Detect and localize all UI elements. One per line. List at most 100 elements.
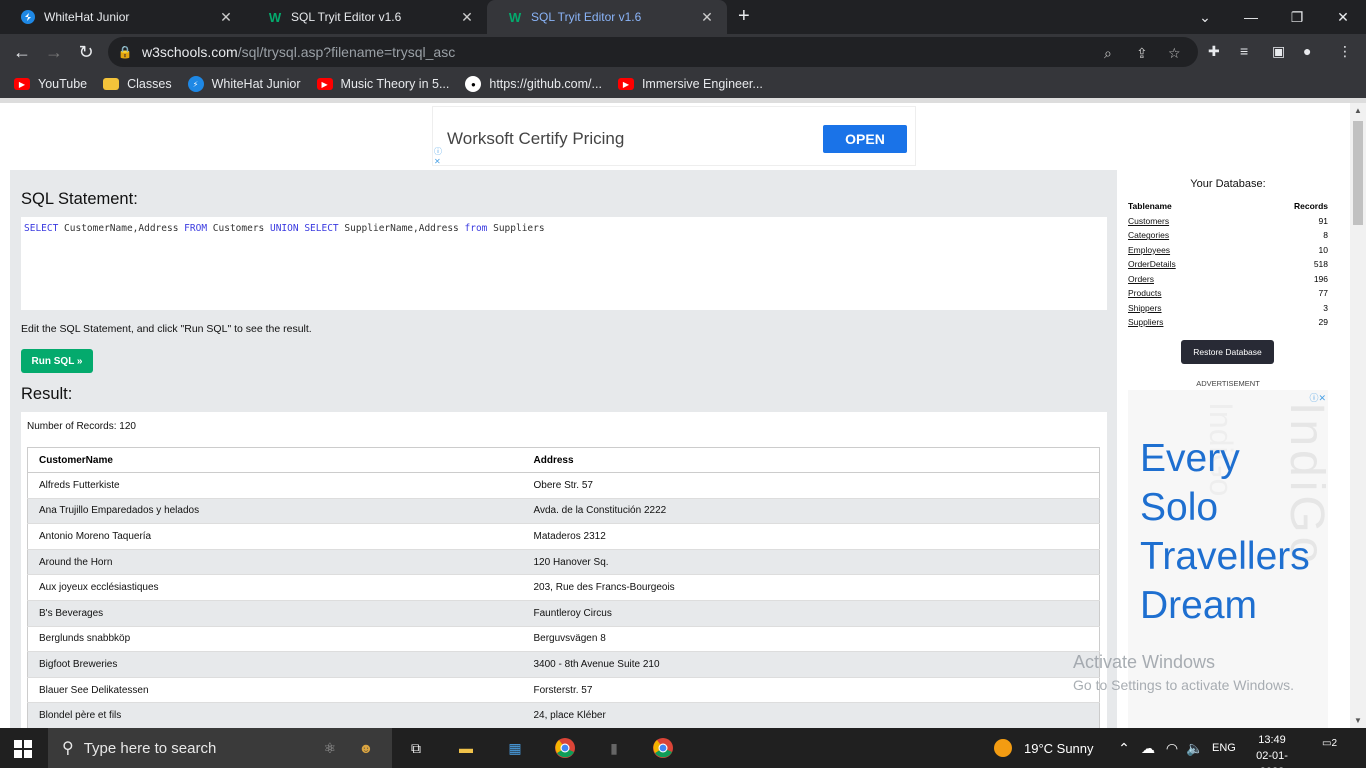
- close-icon[interactable]: ✕: [216, 9, 236, 26]
- tab-search-button[interactable]: ⌄: [1182, 0, 1228, 34]
- scrollbar-thumb[interactable]: [1353, 121, 1363, 225]
- sql-heading: SQL Statement:: [21, 190, 138, 208]
- sql-editor[interactable]: SELECT CustomerName,Address FROM Custome…: [21, 217, 1107, 310]
- zoom-icon[interactable]: ⌕: [1104, 45, 1112, 62]
- language-indicator[interactable]: ENG: [1212, 728, 1236, 768]
- table-row: Antonio Moreno Taquería Mataderos 2312: [27, 523, 1100, 550]
- system-clock[interactable]: 13:49 02-01-2023: [1248, 732, 1296, 768]
- bookmark-github[interactable]: ● https://github.com/...: [465, 76, 602, 92]
- menu-icon[interactable]: ⋮: [1338, 43, 1352, 60]
- table-row: B's Beverages Fauntleroy Circus: [27, 600, 1100, 627]
- db-link-orderdetails[interactable]: OrderDetails: [1128, 259, 1176, 269]
- url-text: w3schools.com/sql/trysql.asp?filename=tr…: [142, 44, 456, 60]
- weather-widget[interactable]: 19°C Sunny: [994, 728, 1094, 768]
- tab-whitehat[interactable]: WhiteHat Junior ✕: [0, 0, 246, 34]
- db-link-suppliers[interactable]: Suppliers: [1128, 317, 1163, 327]
- result-table: CustomerName Address Alfreds Futterkiste…: [27, 447, 1100, 728]
- ad-open-button[interactable]: OPEN: [823, 125, 907, 153]
- sun-icon: [994, 739, 1012, 757]
- browser-toolbar: ← → ↻ 🔒 w3schools.com/sql/trysql.asp?fil…: [0, 34, 1366, 70]
- store-icon[interactable]: ▦: [503, 736, 527, 760]
- new-tab-button[interactable]: +: [738, 5, 750, 28]
- database-sidebar: Your Database: Tablename Records Customer…: [1118, 170, 1350, 728]
- bookmark-star-icon[interactable]: ☆: [1168, 45, 1181, 62]
- sql-panel: SQL Statement: SELECT CustomerName,Addre…: [10, 170, 1117, 728]
- db-row-customers: Customers 91: [1128, 215, 1328, 226]
- table-row: Ana Trujillo Emparedados y helados Avda. …: [27, 498, 1100, 525]
- db-link-employees[interactable]: Employees: [1128, 245, 1170, 255]
- profile-avatar[interactable]: ●: [1303, 43, 1311, 59]
- network-icon[interactable]: ☁: [1136, 736, 1160, 760]
- db-row-suppliers: Suppliers 29: [1128, 317, 1328, 328]
- classroom-icon: [103, 78, 120, 90]
- bookmark-immersive[interactable]: ▶ Immersive Engineer...: [617, 77, 763, 91]
- bookmark-classes[interactable]: Classes: [103, 77, 172, 91]
- search-icon: ⚲: [62, 740, 74, 757]
- ad-choices-icon[interactable]: ⓘ✕: [1309, 391, 1326, 404]
- wifi-icon[interactable]: ◠: [1160, 736, 1184, 760]
- db-link-orders[interactable]: Orders: [1128, 274, 1154, 284]
- close-window-button[interactable]: ✕: [1320, 0, 1366, 34]
- reload-icon[interactable]: ↻: [74, 40, 98, 64]
- run-sql-button[interactable]: Run SQL »: [21, 349, 93, 373]
- bookmark-youtube[interactable]: ▶ YouTube: [14, 77, 87, 91]
- tab-title: SQL Tryit Editor v1.6: [531, 10, 642, 24]
- chrome-profile-icon[interactable]: [651, 736, 675, 760]
- share-icon[interactable]: ⇪: [1136, 45, 1148, 62]
- ad-text: Worksoft Certify Pricing: [447, 129, 625, 148]
- back-icon[interactable]: ←: [10, 40, 34, 64]
- restore-button[interactable]: ❐: [1274, 0, 1320, 34]
- whitehat-icon: ⚡: [187, 76, 204, 92]
- column-header: CustomerName: [27, 447, 523, 473]
- bookmark-music-theory[interactable]: ▶ Music Theory in 5...: [316, 77, 449, 91]
- extensions-icon[interactable]: ✚: [1208, 43, 1220, 60]
- tab-sql-editor-2[interactable]: W SQL Tryit Editor v1.6 ✕: [487, 0, 727, 34]
- youtube-icon: ▶: [14, 78, 30, 90]
- tray-overflow-icon[interactable]: ⌃: [1112, 736, 1136, 760]
- table-row: Blondel père et fils 24, place Kléber: [27, 702, 1100, 728]
- table-row: Blauer See Delikatessen Forsterstr. 57: [27, 677, 1100, 704]
- activate-windows-title: Activate Windows: [1073, 652, 1216, 672]
- close-icon[interactable]: ✕: [457, 9, 477, 26]
- media-icon[interactable]: ≡: [1240, 43, 1248, 59]
- page-scrollbar[interactable]: ▲ ▼: [1350, 103, 1366, 728]
- scroll-up-icon[interactable]: ▲: [1354, 106, 1362, 115]
- activate-windows-subtitle: Go to Settings to activate Windows.: [1073, 677, 1294, 693]
- cortana-icon[interactable]: ☻: [354, 736, 378, 760]
- db-link-categories[interactable]: Categories: [1128, 230, 1169, 240]
- lock-icon: 🔒: [117, 45, 133, 59]
- task-view-icon[interactable]: ⧉: [404, 736, 428, 760]
- tab-strip: WhiteHat Junior ✕ W SQL Tryit Editor v1.…: [0, 0, 1366, 34]
- db-row-shippers: Shippers 3: [1128, 302, 1328, 313]
- table-row: Around the Horn 120 Hanover Sq.: [27, 549, 1100, 576]
- side-panel-icon[interactable]: ▣: [1272, 43, 1285, 60]
- result-heading: Result:: [21, 385, 73, 403]
- forward-icon[interactable]: →: [42, 40, 66, 64]
- chrome-icon[interactable]: [553, 736, 577, 760]
- notification-icon[interactable]: ▭2: [1322, 738, 1346, 758]
- restore-database-button[interactable]: Restore Database: [1181, 340, 1274, 364]
- mouse-app-icon[interactable]: ▮: [602, 736, 626, 760]
- github-icon: ●: [465, 76, 482, 92]
- file-explorer-icon[interactable]: ▬: [454, 736, 478, 760]
- bookmark-whitehat[interactable]: ⚡ WhiteHat Junior: [187, 76, 301, 92]
- windows-start-icon[interactable]: [14, 740, 32, 758]
- db-link-shippers[interactable]: Shippers: [1128, 303, 1162, 313]
- scroll-down-icon[interactable]: ▼: [1354, 716, 1362, 725]
- database-heading: Your Database:: [1190, 178, 1266, 190]
- db-row-orderdetails: OrderDetails 518: [1128, 259, 1328, 270]
- column-header: Address: [522, 447, 1100, 473]
- address-bar[interactable]: 🔒 w3schools.com/sql/trysql.asp?filename=…: [108, 37, 1198, 67]
- database-header-row: Tablename Records: [1128, 201, 1328, 212]
- minimize-button[interactable]: —: [1228, 0, 1274, 34]
- db-link-customers[interactable]: Customers: [1128, 216, 1169, 226]
- ad-choices-icon[interactable]: ⓘ✕: [434, 147, 444, 167]
- ad-banner[interactable]: Worksoft Certify Pricing OPEN ⓘ ✕: [432, 106, 916, 166]
- volume-icon[interactable]: 🔈: [1183, 736, 1207, 760]
- record-count: Number of Records: 120: [27, 421, 136, 432]
- tab-sql-editor-1[interactable]: W SQL Tryit Editor v1.6 ✕: [247, 0, 487, 34]
- search-placeholder: Type here to search: [83, 739, 217, 757]
- db-link-products[interactable]: Products: [1128, 288, 1162, 298]
- editor-hint: Edit the SQL Statement, and click "Run S…: [21, 323, 312, 335]
- close-icon[interactable]: ✕: [697, 9, 717, 26]
